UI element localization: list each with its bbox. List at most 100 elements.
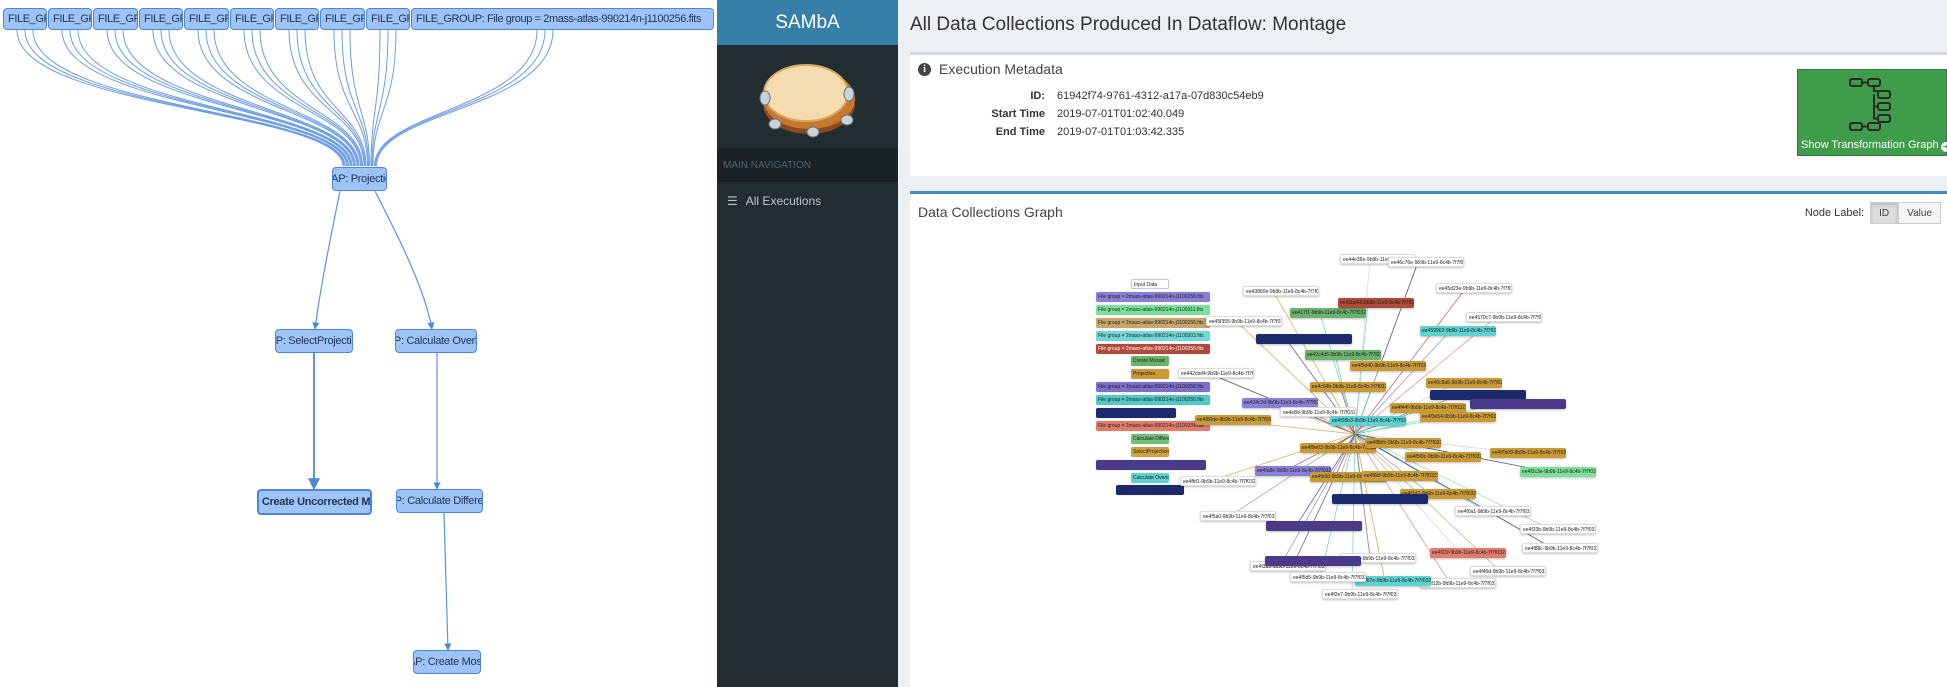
dc-node[interactable]: ee4c64b-9b9b-11e9-8c4b-7f7f0327184 — [1310, 382, 1386, 392]
dc-node[interactable]: ee46c9a5-9b9b-11e9-8c4b-7f7f0327184 — [1426, 378, 1502, 388]
dc-node[interactable]: ee46c76e-9b9b-11e9-8c4b-7f7f0327184 — [1388, 257, 1464, 267]
list-icon: ☰ — [727, 194, 738, 208]
data-collections-box: Input Data File group = 2mass-atlas-99021… — [910, 191, 1947, 687]
graph-edge — [375, 29, 546, 167]
legend-item: Projection — [1131, 369, 1169, 380]
legend-item: Input Data — [1131, 279, 1169, 289]
calculate-overlaps-node[interactable]: MAP: Calculate Overlaps — [395, 329, 477, 353]
dc-node[interactable]: ee41bd42-9b9b-11e9-8c4b-7f7f0327184 — [1338, 298, 1414, 308]
metadata-key: Start Time — [991, 108, 1045, 120]
dc-node[interactable] — [1265, 556, 1361, 566]
dc-node[interactable]: ee4f5f0c-9b9b-11e9-8c4b-7f7f0327184 — [1405, 452, 1481, 462]
file-group-node[interactable]: FILE_GROUP: Fil — [93, 8, 138, 30]
data-collections-title: Data Collections Graph — [918, 204, 1063, 220]
nav-item-label: All Executions — [745, 194, 822, 208]
metadata-value: 61942f74-9761-4312-a17a-07d830c54eb9 — [1057, 90, 1264, 102]
file-group-node[interactable]: FILE_GROUP: Fil — [366, 8, 410, 30]
file-group-node[interactable]: FILE_GROUP: Fil — [320, 8, 365, 30]
dc-node[interactable]: ee459962-9b9b-11e9-8c4b-7f7f0327184 — [1420, 326, 1496, 336]
file-group-node[interactable]: FILE_GROUP: Fil — [48, 8, 92, 30]
dc-node[interactable]: ee4f88c-9b9b-11e9-8c4b-7f7f0327184 — [1522, 543, 1598, 553]
select-projections-node[interactable]: MAP: SelectProjections — [275, 329, 353, 353]
metadata-key: ID: — [1030, 90, 1045, 102]
dc-node[interactable]: ee45f355-9b9b-11e9-8c4b-7f7f0327184 — [1206, 316, 1282, 326]
metadata-value: 2019-07-01T01:02:40.049 — [1057, 108, 1185, 120]
legend-item: File group = 2mass-atlas-990214n-j110025… — [1096, 343, 1210, 354]
projection-node[interactable]: MAP: Projection — [332, 167, 387, 191]
dc-node[interactable]: ee4f67e-9b9b-11e9-8c4b-7f7f0327184 — [1355, 576, 1431, 586]
info-icon: i — [918, 62, 931, 76]
node-label-text: Node Label: — [1804, 207, 1865, 219]
file-group-node[interactable]: FILE_GROUP: Fil — [3, 8, 47, 30]
transformation-graph-icon — [1849, 78, 1891, 131]
graph-edge — [77, 29, 349, 167]
file-group-node[interactable]: FILE_GROUP: File group = 2mass-atlas-990… — [411, 8, 714, 30]
dc-node[interactable]: ee4f2e7-9b9b-11e9-8c4b-7f7f0327184 — [1322, 589, 1398, 599]
user-panel — [717, 45, 898, 148]
execution-metadata-header: i Execution Metadata — [918, 61, 1063, 77]
dc-node[interactable] — [1332, 494, 1428, 504]
file-group-node[interactable]: FILE_GROUP: Fil — [230, 8, 274, 30]
file-group-node[interactable]: FILE_GROUP: Fil — [139, 8, 183, 30]
dc-node[interactable]: ee4f46d-9b9b-11e9-8c4b-7f7f0327184 — [1470, 566, 1546, 576]
legend-item: File group = 2mass-atlas-990214n-j110025… — [1096, 395, 1210, 406]
transformation-graph-edges — [16, 29, 554, 651]
calculate-difference-node[interactable]: MAP: Calculate Difference — [396, 489, 483, 513]
dc-node[interactable]: ee4f21f-9b9b-11e9-8c4b-7f7f0327184 — [1430, 548, 1506, 558]
legend-item: File group = 2mass-atlas-990214n-j110025… — [1096, 291, 1210, 302]
graph-edge — [374, 29, 538, 167]
page-title: All Data Collections Produced In Dataflo… — [910, 14, 1347, 35]
dc-node[interactable]: ee4f2c3e-9b9b-11e9-8c4b-7f7f0327184 — [1520, 467, 1596, 477]
legend-item: File group = 2mass-atlas-990214n-j110025… — [1096, 317, 1210, 328]
metadata-key: End Time — [995, 126, 1045, 138]
legend-item — [1096, 459, 1206, 470]
dc-edge — [1351, 433, 1356, 595]
dc-node[interactable]: ee4f5a0-9b9b-11e9-8c4b-7f7f0327184 — [1200, 511, 1276, 521]
show-transformation-graph-button[interactable]: Show Transformation Graph ➜ — [1797, 69, 1947, 156]
brand-logo-text[interactable]: SAMbA — [717, 0, 898, 45]
dc-node[interactable]: ee4ffd1-9b9b-11e9-8c4b-7f7f0327184 — [1180, 476, 1256, 486]
dc-node[interactable]: ee4f80de-9b9b-11e9-8c4b-7f7f0327184 — [1195, 415, 1271, 425]
dc-node[interactable]: ee45d23e-9b9b-11e9-8c4b-7f7f0327184 — [1436, 283, 1512, 293]
create-mosaic-node[interactable]: MAP: Create Mosaic — [413, 650, 481, 674]
file-group-node[interactable]: FILE_GROUP: Fil — [275, 8, 319, 30]
nav-item-all-executions[interactable]: ☰ All Executions — [717, 182, 898, 220]
dc-node[interactable]: ee4f28b3-9b9b-11e9-8c4b-7f7f0327184 — [1330, 416, 1406, 426]
dc-node[interactable] — [1256, 334, 1352, 344]
dc-node[interactable]: ee4570c7-9b9b-11e9-8c4b-7f7f0327184 — [1466, 312, 1542, 322]
dc-node[interactable] — [1470, 399, 1566, 409]
graph-edge — [443, 512, 452, 651]
dc-node[interactable]: ee442cbd4-9b9b-11e9-8c4b-7f7f0327184 — [1178, 368, 1254, 378]
dc-node[interactable]: ee4f5d40-9b9b-11e9-8c4b-7f7f0327184 — [1350, 361, 1426, 371]
sidebar: SAMbA MAIN NAVIGATION ☰ All Executions — [717, 0, 898, 687]
legend-item: Create Mosaic — [1131, 356, 1169, 367]
graph-edge — [376, 29, 554, 167]
legend-item: Calculate Overlaps — [1131, 472, 1169, 483]
execution-metadata-box: i Execution Metadata ID: 61942f74-9761-4… — [910, 52, 1947, 176]
dc-node[interactable]: ee4f3e54-9b9b-11e9-8c4b-7f7f0327184 — [1420, 412, 1496, 422]
toggle-id-button[interactable]: ID — [1870, 202, 1899, 224]
legend-item — [1096, 408, 1176, 418]
dc-node[interactable]: ee4f12b-9b9b-11e9-8c4b-7f7f0327184 — [1420, 578, 1496, 588]
legend-item: File group = 2mass-atlas-990214n-j110030… — [1096, 330, 1210, 341]
dc-node[interactable]: ee4f6bf-9b9b-11e9-8c4b-7f7f0327184 — [1362, 471, 1438, 481]
dc-node[interactable] — [1266, 521, 1362, 531]
dc-node[interactable]: ee42c4d6-9b9b-11e9-8c4b-7f7f0327184 — [1305, 350, 1381, 360]
dc-node[interactable]: ee4f5d5-9b9b-11e9-8c4b-7f7f0327184 — [1290, 572, 1366, 582]
legend-item: File group = 2mass-atlas-990214n-j110031… — [1096, 304, 1210, 315]
dc-node[interactable]: ee417f1-9b9b-11e9-8c4b-7f7f0327184 — [1290, 308, 1366, 318]
graph-edge — [152, 29, 354, 167]
dc-node[interactable]: ee4f0a1-9b9b-11e9-8c4b-7f7f0327184 — [1455, 506, 1531, 516]
transformation-graph-panel[interactable]: FILE_GROUP: FilFILE_GROUP: FilFILE_GROUP… — [0, 0, 716, 687]
create-uncorrected-mosaic-node[interactable]: MAP: Create Uncorrected Mosaic — [257, 489, 372, 515]
file-group-node[interactable]: FILE_GROUP: Fil — [184, 8, 229, 30]
graph-edge — [24, 29, 345, 167]
toggle-value-button[interactable]: Value — [1898, 202, 1941, 224]
dc-node[interactable]: ee4f33b-9b9b-11e9-8c4b-7f7f0327184 — [1520, 524, 1596, 534]
legend-item: SelectProjections — [1131, 446, 1169, 457]
dc-node[interactable]: ee43860e-9b9b-11e9-8c4b-7f7f0327184 — [1243, 286, 1319, 296]
dc-node[interactable]: ee4f7b09-9b9b-11e9-8c4b-7f7f0327184 — [1490, 448, 1566, 458]
graph-edge — [374, 190, 435, 330]
legend-item: File group = 2mass-atlas-990214n-j110025… — [1096, 382, 1210, 393]
dc-node[interactable]: ee4f8bfc-9b9b-11e9-8c4b-7f7f0327184 — [1365, 438, 1441, 448]
